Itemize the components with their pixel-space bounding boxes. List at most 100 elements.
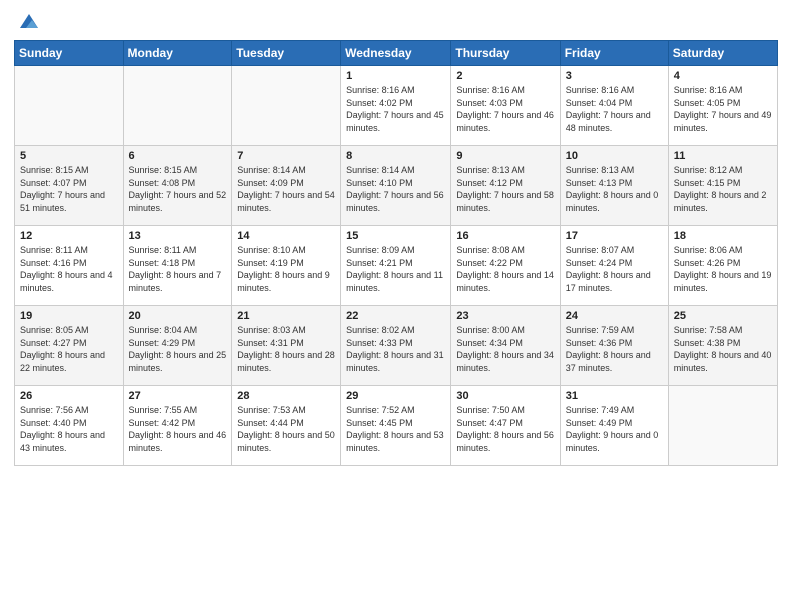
day-number: 9 — [456, 150, 554, 162]
day-number: 30 — [456, 390, 554, 402]
day-info: Sunrise: 7:49 AM Sunset: 4:49 PM Dayligh… — [566, 404, 663, 454]
day-info: Sunrise: 8:00 AM Sunset: 4:34 PM Dayligh… — [456, 324, 554, 374]
day-info: Sunrise: 8:09 AM Sunset: 4:21 PM Dayligh… — [346, 244, 445, 294]
day-info: Sunrise: 8:14 AM Sunset: 4:09 PM Dayligh… — [237, 164, 335, 214]
day-info: Sunrise: 7:50 AM Sunset: 4:47 PM Dayligh… — [456, 404, 554, 454]
day-cell: 3 Sunrise: 8:16 AM Sunset: 4:04 PM Daylig… — [560, 66, 668, 146]
weekday-header-sunday: Sunday — [15, 41, 124, 66]
day-cell: 1Sunrise: 8:16 AM Sunset: 4:02 PM Daylig… — [341, 66, 451, 146]
day-number: 31 — [566, 390, 663, 402]
day-cell: 19 Sunrise: 8:05 AM Sunset: 4:27 PM Dayli… — [15, 306, 124, 386]
day-cell — [668, 386, 777, 466]
week-row-0: 1Sunrise: 8:16 AM Sunset: 4:02 PM Daylig… — [15, 66, 778, 146]
week-row-2: 12Sunrise: 8:11 AM Sunset: 4:16 PM Dayli… — [15, 226, 778, 306]
day-info: Sunrise: 8:07 AM Sunset: 4:24 PM Dayligh… — [566, 244, 663, 294]
day-info: Sunrise: 8:08 AM Sunset: 4:22 PM Dayligh… — [456, 244, 554, 294]
day-number: 21 — [237, 310, 335, 322]
logo-icon — [18, 10, 40, 32]
day-info: Sunrise: 8:12 AM Sunset: 4:15 PM Dayligh… — [674, 164, 772, 214]
weekday-header-wednesday: Wednesday — [341, 41, 451, 66]
day-info: Sunrise: 8:15 AM Sunset: 4:07 PM Dayligh… — [20, 164, 118, 214]
day-cell — [232, 66, 341, 146]
weekday-header-row: SundayMondayTuesdayWednesdayThursdayFrid… — [15, 41, 778, 66]
day-cell: 30 Sunrise: 7:50 AM Sunset: 4:47 PM Dayli… — [451, 386, 560, 466]
day-number: 19 — [20, 310, 118, 322]
day-number: 6 — [129, 150, 227, 162]
calendar-table: SundayMondayTuesdayWednesdayThursdayFrid… — [14, 40, 778, 466]
day-number: 22 — [346, 310, 445, 322]
day-number: 17 — [566, 230, 663, 242]
day-cell: 7 Sunrise: 8:14 AM Sunset: 4:09 PM Daylig… — [232, 146, 341, 226]
day-info: Sunrise: 7:53 AM Sunset: 4:44 PM Dayligh… — [237, 404, 335, 454]
day-cell: 23Sunrise: 8:00 AM Sunset: 4:34 PM Dayli… — [451, 306, 560, 386]
day-info: Sunrise: 8:16 AM Sunset: 4:04 PM Dayligh… — [566, 84, 663, 134]
day-number: 12 — [20, 230, 118, 242]
day-cell: 22 Sunrise: 8:02 AM Sunset: 4:33 PM Dayli… — [341, 306, 451, 386]
day-cell: 27 Sunrise: 7:55 AM Sunset: 4:42 PM Dayli… — [123, 386, 232, 466]
day-cell: 25 Sunrise: 7:58 AM Sunset: 4:38 PM Dayli… — [668, 306, 777, 386]
day-info: Sunrise: 8:04 AM Sunset: 4:29 PM Dayligh… — [129, 324, 227, 374]
weekday-header-tuesday: Tuesday — [232, 41, 341, 66]
day-number: 7 — [237, 150, 335, 162]
day-cell: 26Sunrise: 7:56 AM Sunset: 4:40 PM Dayli… — [15, 386, 124, 466]
day-cell: 11 Sunrise: 8:12 AM Sunset: 4:15 PM Dayli… — [668, 146, 777, 226]
day-cell: 20 Sunrise: 8:04 AM Sunset: 4:29 PM Dayli… — [123, 306, 232, 386]
day-number: 5 — [20, 150, 118, 162]
day-info: Sunrise: 7:58 AM Sunset: 4:38 PM Dayligh… — [674, 324, 772, 374]
day-info: Sunrise: 8:14 AM Sunset: 4:10 PM Dayligh… — [346, 164, 445, 214]
day-number: 14 — [237, 230, 335, 242]
day-info: Sunrise: 8:13 AM Sunset: 4:12 PM Dayligh… — [456, 164, 554, 214]
day-info: Sunrise: 8:05 AM Sunset: 4:27 PM Dayligh… — [20, 324, 118, 374]
day-cell: 24 Sunrise: 7:59 AM Sunset: 4:36 PM Dayli… — [560, 306, 668, 386]
day-cell: 17 Sunrise: 8:07 AM Sunset: 4:24 PM Dayli… — [560, 226, 668, 306]
day-info: Sunrise: 8:13 AM Sunset: 4:13 PM Dayligh… — [566, 164, 663, 214]
day-info: Sunrise: 7:59 AM Sunset: 4:36 PM Dayligh… — [566, 324, 663, 374]
day-info: Sunrise: 7:52 AM Sunset: 4:45 PM Dayligh… — [346, 404, 445, 454]
week-row-4: 26Sunrise: 7:56 AM Sunset: 4:40 PM Dayli… — [15, 386, 778, 466]
day-cell: 28 Sunrise: 7:53 AM Sunset: 4:44 PM Dayli… — [232, 386, 341, 466]
weekday-header-saturday: Saturday — [668, 41, 777, 66]
weekday-header-friday: Friday — [560, 41, 668, 66]
day-cell: 15Sunrise: 8:09 AM Sunset: 4:21 PM Dayli… — [341, 226, 451, 306]
day-info: Sunrise: 8:10 AM Sunset: 4:19 PM Dayligh… — [237, 244, 335, 294]
day-number: 3 — [566, 70, 663, 82]
day-info: Sunrise: 8:11 AM Sunset: 4:18 PM Dayligh… — [129, 244, 227, 294]
day-cell: 9 Sunrise: 8:13 AM Sunset: 4:12 PM Daylig… — [451, 146, 560, 226]
day-cell: 5 Sunrise: 8:15 AM Sunset: 4:07 PM Daylig… — [15, 146, 124, 226]
day-cell — [15, 66, 124, 146]
day-cell: 2 Sunrise: 8:16 AM Sunset: 4:03 PM Daylig… — [451, 66, 560, 146]
day-number: 24 — [566, 310, 663, 322]
day-number: 13 — [129, 230, 227, 242]
day-info: Sunrise: 8:15 AM Sunset: 4:08 PM Dayligh… — [129, 164, 227, 214]
day-number: 28 — [237, 390, 335, 402]
day-cell: 6 Sunrise: 8:15 AM Sunset: 4:08 PM Daylig… — [123, 146, 232, 226]
day-number: 8 — [346, 150, 445, 162]
day-info: Sunrise: 8:16 AM Sunset: 4:05 PM Dayligh… — [674, 84, 772, 134]
week-row-3: 19 Sunrise: 8:05 AM Sunset: 4:27 PM Dayli… — [15, 306, 778, 386]
weekday-header-monday: Monday — [123, 41, 232, 66]
day-cell: 8 Sunrise: 8:14 AM Sunset: 4:10 PM Daylig… — [341, 146, 451, 226]
day-number: 11 — [674, 150, 772, 162]
day-cell: 31 Sunrise: 7:49 AM Sunset: 4:49 PM Dayli… — [560, 386, 668, 466]
header — [14, 10, 778, 32]
day-info: Sunrise: 8:16 AM Sunset: 4:03 PM Dayligh… — [456, 84, 554, 134]
day-info: Sunrise: 8:16 AM Sunset: 4:02 PM Dayligh… — [346, 84, 445, 134]
day-cell: 12Sunrise: 8:11 AM Sunset: 4:16 PM Dayli… — [15, 226, 124, 306]
day-info: Sunrise: 8:02 AM Sunset: 4:33 PM Dayligh… — [346, 324, 445, 374]
weekday-header-thursday: Thursday — [451, 41, 560, 66]
day-number: 20 — [129, 310, 227, 322]
day-cell — [123, 66, 232, 146]
day-number: 4 — [674, 70, 772, 82]
day-cell: 18Sunrise: 8:06 AM Sunset: 4:26 PM Dayli… — [668, 226, 777, 306]
day-number: 27 — [129, 390, 227, 402]
day-info: Sunrise: 7:55 AM Sunset: 4:42 PM Dayligh… — [129, 404, 227, 454]
logo — [14, 10, 40, 32]
day-number: 2 — [456, 70, 554, 82]
day-cell: 16 Sunrise: 8:08 AM Sunset: 4:22 PM Dayli… — [451, 226, 560, 306]
day-number: 16 — [456, 230, 554, 242]
page: SundayMondayTuesdayWednesdayThursdayFrid… — [0, 0, 792, 612]
day-number: 26 — [20, 390, 118, 402]
day-number: 29 — [346, 390, 445, 402]
day-number: 25 — [674, 310, 772, 322]
day-cell: 14 Sunrise: 8:10 AM Sunset: 4:19 PM Dayli… — [232, 226, 341, 306]
